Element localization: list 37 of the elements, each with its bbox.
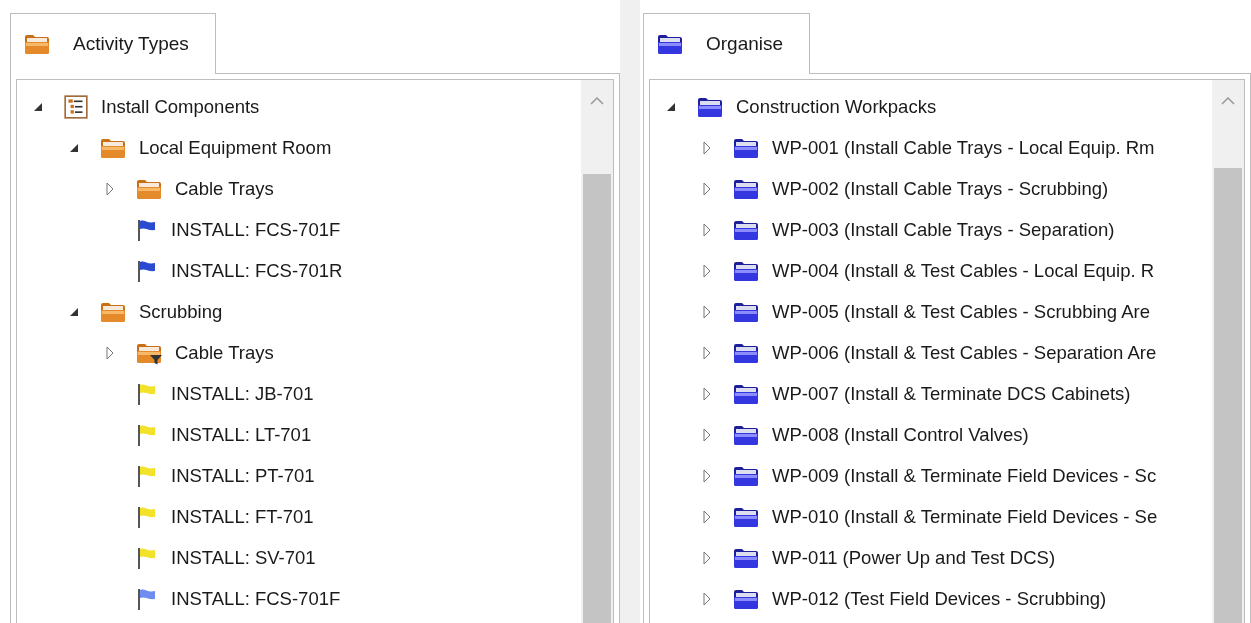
tree-item[interactable]: INSTALL: FCS-701F	[171, 218, 341, 241]
scrollbar-thumb[interactable]	[1214, 168, 1242, 623]
tree-item[interactable]: INSTALL: LT-701	[171, 423, 312, 446]
tree-item[interactable]: INSTALL: PT-701	[171, 464, 315, 487]
tree-item[interactable]: WP-010 (Install & Terminate Field Devices - Se	[772, 505, 1158, 528]
tree-item[interactable]: Cable Trays	[175, 341, 274, 364]
tree-item[interactable]: INSTALL: FT-701	[171, 505, 314, 528]
tree-item[interactable]: WP-001 (Install Cable Trays - Local Equip. Rm	[772, 136, 1155, 159]
tree-item[interactable]: INSTALL: FCS-701R	[171, 259, 343, 282]
tree-item[interactable]: WP-008 (Install Control Valves)	[772, 423, 1029, 446]
folder-icon	[23, 32, 51, 56]
tree-item[interactable]: WP-009 (Install & Terminate Field Devices - Sc	[772, 464, 1157, 487]
scroll-up-icon[interactable]	[1221, 96, 1235, 106]
scrollbar-thumb[interactable]	[583, 174, 611, 623]
scrollbar[interactable]	[1212, 80, 1244, 623]
checklist-icon	[63, 93, 89, 120]
tree-item[interactable]: Construction Workpacks	[736, 95, 937, 118]
tree-item[interactable]: INSTALL: SV-701	[171, 546, 316, 569]
tree-item[interactable]: WP-002 (Install Cable Trays - Scrubbing)	[772, 177, 1109, 200]
tree-item[interactable]: INSTALL: JB-701	[171, 382, 314, 405]
tree-item[interactable]: WP-007 (Install & Terminate DCS Cabinets)	[772, 382, 1131, 405]
tree-item[interactable]: INSTALL: FCS-701F	[171, 587, 341, 610]
tree-item[interactable]: Install Components	[101, 95, 260, 118]
tree-item[interactable]: WP-004 (Install & Test Cables - Local Equip. R	[772, 259, 1155, 282]
tab[interactable]: Organise	[643, 13, 811, 74]
scroll-up-icon[interactable]	[590, 96, 604, 106]
tree-item[interactable]: Scrubbing	[139, 300, 223, 323]
tree-item[interactable]: WP-012 (Test Field Devices - Scrubbing)	[772, 587, 1107, 610]
tab[interactable]: Activity Types	[10, 13, 216, 74]
tree-item[interactable]: WP-003 (Install Cable Trays - Separation)	[772, 218, 1115, 241]
tree-item[interactable]: WP-011 (Power Up and Test DCS)	[772, 546, 1056, 569]
tree-item[interactable]: WP-006 (Install & Test Cables - Separation Are	[772, 341, 1157, 364]
tree-item[interactable]: WP-005 (Install & Test Cables - Scrubbing Are	[772, 300, 1151, 323]
folder-icon	[656, 32, 684, 56]
tree-item[interactable]: Cable Trays	[175, 177, 274, 200]
tree-item[interactable]: Local Equipment Room	[139, 136, 332, 159]
scrollbar[interactable]	[581, 80, 613, 623]
